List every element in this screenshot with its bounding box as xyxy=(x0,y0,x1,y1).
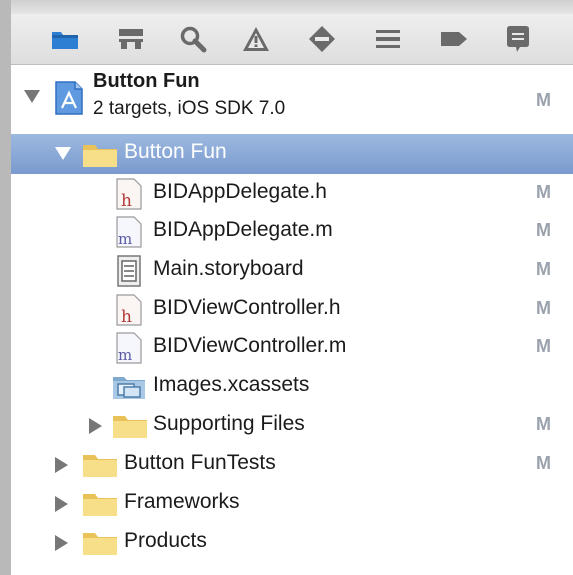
folder-icon xyxy=(83,494,117,516)
source-control-status: M xyxy=(536,298,551,318)
tree-row-button-fun-group[interactable]: Button Fun xyxy=(11,134,573,174)
tree-row-group[interactable]: Products xyxy=(11,523,573,563)
xcode-project-icon xyxy=(55,81,83,115)
tree-item-label: Frameworks xyxy=(124,490,240,513)
folder-icon xyxy=(83,455,117,477)
source-control-status: M xyxy=(536,90,551,110)
tree-row-file[interactable]: Main.storyboard M xyxy=(11,251,573,291)
source-control-status: M xyxy=(536,182,551,202)
disclosure-triangle-down[interactable] xyxy=(24,90,40,103)
folder-icon xyxy=(83,145,117,167)
log-icon xyxy=(507,26,529,52)
tree-item-label: Button FunTests xyxy=(124,451,276,474)
search-icon xyxy=(180,26,207,53)
source-control-status: M xyxy=(536,220,551,240)
debug-icon xyxy=(376,30,400,48)
tree-item-label: Button Fun xyxy=(124,140,227,163)
file-glyph: h xyxy=(121,307,132,326)
tree-row-group[interactable]: Supporting Files M xyxy=(11,406,573,446)
issue-navigator-tab[interactable] xyxy=(239,22,273,56)
project-navigator: Button Fun 2 targets, iOS SDK 7.0 M Butt… xyxy=(0,0,573,575)
tree-item-label: BIDAppDelegate.m xyxy=(153,218,333,241)
tree-item-label: Images.xcassets xyxy=(153,373,310,396)
source-control-status: M xyxy=(536,259,551,279)
asset-catalog-icon xyxy=(113,377,145,399)
folder-icon xyxy=(113,416,147,438)
disclosure-triangle-right[interactable] xyxy=(55,535,68,551)
hierarchy-icon xyxy=(119,29,143,49)
debug-navigator-tab[interactable] xyxy=(371,22,405,56)
tree-item-label: Supporting Files xyxy=(153,412,305,435)
implementation-file-icon: m xyxy=(116,332,142,364)
tree-row-file[interactable]: Images.xcassets xyxy=(11,367,573,407)
source-control-status: M xyxy=(536,453,551,473)
implementation-file-icon: m xyxy=(116,216,142,248)
toolbar-top-strip xyxy=(11,0,573,14)
project-navigator-tab[interactable] xyxy=(48,22,82,56)
warning-icon xyxy=(243,27,269,51)
navigator-toolbar xyxy=(11,0,573,65)
tree-row-file[interactable]: m BIDViewController.m M xyxy=(11,328,573,368)
breakpoint-navigator-tab[interactable] xyxy=(437,22,471,56)
header-file-icon: h xyxy=(116,178,142,210)
project-subtitle: 2 targets, iOS SDK 7.0 xyxy=(93,98,286,119)
header-file-icon: h xyxy=(116,294,142,326)
disclosure-triangle-right[interactable] xyxy=(55,457,68,473)
find-navigator-tab[interactable] xyxy=(176,22,210,56)
tree-row-group[interactable]: Button FunTests M xyxy=(11,445,573,485)
left-edge xyxy=(0,0,11,575)
disclosure-triangle-right[interactable] xyxy=(55,496,68,512)
tree-item-label: Products xyxy=(124,529,207,552)
source-control-status: M xyxy=(536,414,551,434)
folder-icon xyxy=(83,533,117,555)
project-name: Button Fun xyxy=(93,70,200,92)
disclosure-triangle-down[interactable] xyxy=(55,147,71,160)
log-navigator-tab[interactable] xyxy=(501,22,535,56)
storyboard-file-icon xyxy=(117,255,141,287)
test-navigator-tab[interactable] xyxy=(305,22,339,56)
tree-row-file[interactable]: h BIDAppDelegate.h M xyxy=(11,174,573,214)
file-glyph: m xyxy=(118,230,132,248)
disclosure-triangle-right[interactable] xyxy=(89,418,102,434)
tree-item-label: BIDViewController.m xyxy=(153,334,347,357)
tree-row-group[interactable]: Frameworks xyxy=(11,484,573,524)
tree-row-file[interactable]: h BIDViewController.h M xyxy=(11,290,573,330)
tree-item-label: BIDAppDelegate.h xyxy=(153,180,327,203)
project-row[interactable]: Button Fun 2 targets, iOS SDK 7.0 M xyxy=(11,68,573,130)
source-control-status: M xyxy=(536,336,551,356)
tree-item-label: BIDViewController.h xyxy=(153,296,341,319)
tree-row-file[interactable]: m BIDAppDelegate.m M xyxy=(11,212,573,252)
file-glyph: h xyxy=(121,191,132,210)
breakpoint-icon xyxy=(441,32,467,46)
test-diamond-icon xyxy=(309,26,335,52)
tree-item-label: Main.storyboard xyxy=(153,257,304,280)
file-glyph: m xyxy=(118,346,132,364)
symbol-navigator-tab[interactable] xyxy=(114,22,148,56)
folder-icon xyxy=(52,32,78,49)
